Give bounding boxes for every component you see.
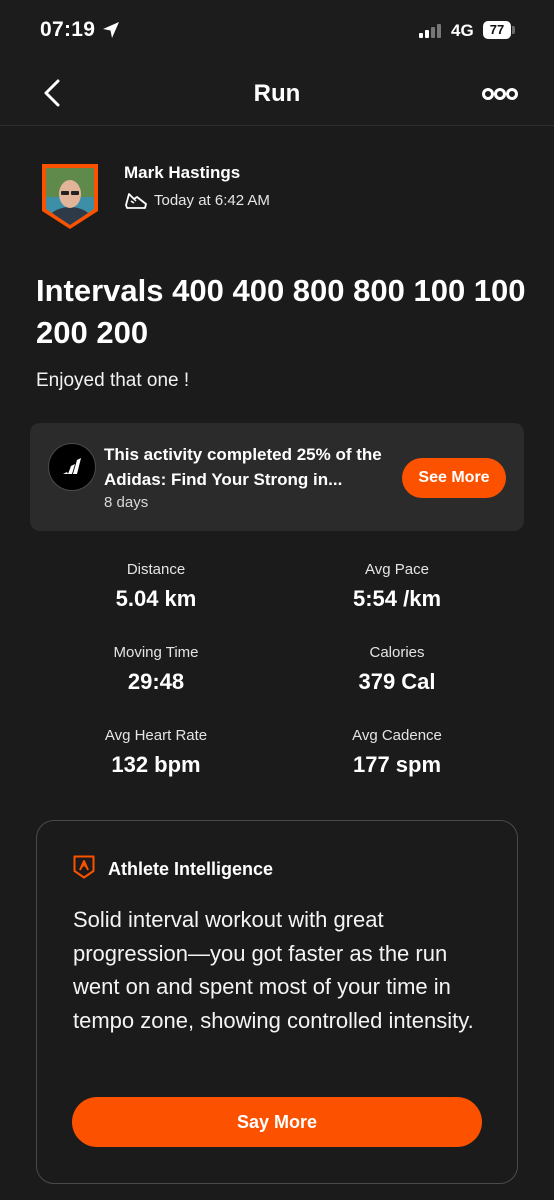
page-title: Run xyxy=(253,80,301,107)
activity-title: Intervals 400 400 800 800 100 100 200 20… xyxy=(36,273,526,350)
location-arrow-icon xyxy=(103,22,119,38)
stat-value: 5.04 km xyxy=(115,586,197,611)
nav-bar: Run xyxy=(0,62,554,126)
say-more-button[interactable]: Say More xyxy=(72,1097,482,1147)
activity-description: Enjoyed that one ! xyxy=(36,370,190,391)
athlete-name[interactable]: Mark Hastings xyxy=(124,163,240,183)
athlete-intelligence-icon xyxy=(73,855,95,879)
stat-value: 177 spm xyxy=(352,752,442,777)
athlete-intelligence-card: Athlete Intelligence Solid interval work… xyxy=(36,820,518,1184)
running-shoe-icon xyxy=(125,193,147,209)
activity-timestamp: Today at 6:42 AM xyxy=(154,192,270,209)
network-type: 4G xyxy=(451,21,474,40)
stat-value: 5:54 /km xyxy=(352,586,442,611)
stat-avg-cadence: Avg Cadence 177 spm xyxy=(297,727,497,778)
stat-value: 132 bpm xyxy=(111,752,201,777)
more-options-icon[interactable] xyxy=(480,82,520,106)
battery-indicator: 77 xyxy=(483,21,511,39)
stat-calories: Calories 379 Cal xyxy=(297,644,497,695)
stat-label: Avg Pace xyxy=(365,561,429,578)
signal-bars-icon xyxy=(419,24,441,38)
battery-cap xyxy=(512,26,515,34)
athlete-intelligence-title: Athlete Intelligence xyxy=(108,859,274,879)
athlete-avatar[interactable] xyxy=(40,163,100,229)
stat-moving-time: Moving Time 29:48 xyxy=(56,644,256,695)
stat-label: Distance xyxy=(126,561,186,578)
status-bar: 07:19 4G 77 xyxy=(0,0,554,62)
status-time: 07:19 xyxy=(40,18,96,41)
stat-label: Calories xyxy=(369,644,425,661)
see-more-button[interactable]: See More xyxy=(402,458,506,498)
challenge-card[interactable]: This activity completed 25% of the Adida… xyxy=(30,423,524,531)
stat-label: Avg Heart Rate xyxy=(104,727,208,744)
challenge-days-left: 8 days xyxy=(104,494,149,511)
stat-avg-heart-rate: Avg Heart Rate 132 bpm xyxy=(56,727,256,778)
stat-distance: Distance 5.04 km xyxy=(56,561,256,612)
challenge-progress-text: This activity completed 25% of the Adida… xyxy=(104,445,382,489)
adidas-logo-icon xyxy=(48,443,96,491)
stat-avg-pace: Avg Pace 5:54 /km xyxy=(297,561,497,612)
athlete-intelligence-summary: Solid interval workout with great progre… xyxy=(73,907,474,1033)
stat-label: Moving Time xyxy=(113,644,199,661)
stat-value: 379 Cal xyxy=(358,669,436,694)
stat-label: Avg Cadence xyxy=(352,727,442,744)
stat-value: 29:48 xyxy=(127,669,185,694)
